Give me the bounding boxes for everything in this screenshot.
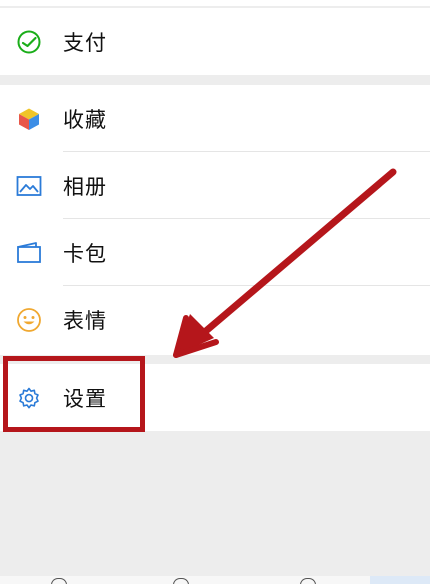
menu-item-label: 收藏 bbox=[63, 107, 107, 132]
card-wallet-icon bbox=[15, 239, 43, 267]
tab-chats-icon[interactable] bbox=[51, 578, 67, 584]
tab-contacts-icon[interactable] bbox=[173, 578, 189, 584]
highlight-box bbox=[3, 356, 145, 432]
wechat-me-page: 支付 收藏 相册 卡包 表情 设置 bbox=[0, 0, 430, 584]
menu-item-label: 相册 bbox=[63, 174, 107, 199]
menu-item-cards[interactable]: 卡包 bbox=[0, 219, 430, 286]
menu-item-album[interactable]: 相册 bbox=[0, 152, 430, 219]
menu-item-favorites[interactable]: 收藏 bbox=[0, 85, 430, 152]
smiley-face-icon bbox=[15, 306, 43, 334]
menu-item-payment[interactable]: 支付 bbox=[0, 8, 430, 75]
tab-me-icon[interactable] bbox=[370, 576, 430, 584]
menu-item-label: 卡包 bbox=[63, 241, 107, 266]
menu-item-stickers[interactable]: 表情 bbox=[0, 286, 430, 353]
menu-item-label: 支付 bbox=[63, 30, 107, 55]
features-group: 收藏 相册 卡包 表情 bbox=[0, 85, 430, 355]
top-spacer bbox=[0, 0, 430, 6]
favorites-cube-icon bbox=[15, 105, 43, 133]
album-picture-icon bbox=[15, 172, 43, 200]
tab-discover-icon[interactable] bbox=[300, 578, 316, 584]
payment-group: 支付 bbox=[0, 8, 430, 75]
wechat-pay-icon bbox=[15, 28, 43, 56]
menu-item-label: 表情 bbox=[63, 308, 107, 333]
bottom-tab-bar bbox=[0, 576, 430, 584]
